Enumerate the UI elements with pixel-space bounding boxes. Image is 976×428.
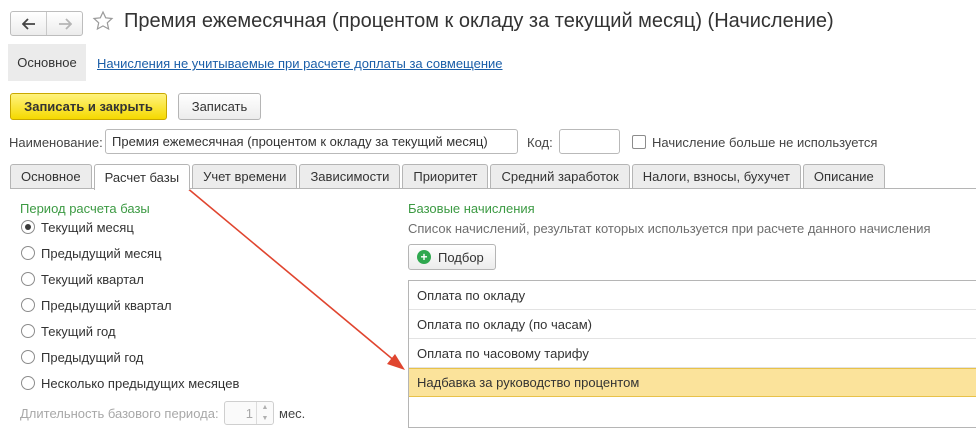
tab-dependencies[interactable]: Зависимости xyxy=(299,164,401,188)
base-accruals-description: Список начислений, результат которых исп… xyxy=(408,221,931,236)
tab-taxes[interactable]: Налоги, взносы, бухучет xyxy=(631,164,801,188)
radio-previous-quarter[interactable]: Предыдущий квартал xyxy=(21,296,172,314)
duration-unit: мес. xyxy=(279,406,306,421)
tab-priority[interactable]: Приоритет xyxy=(402,164,489,188)
save-and-close-button[interactable]: Записать и закрыть xyxy=(10,93,167,120)
radio-current-quarter[interactable]: Текущий квартал xyxy=(21,270,144,288)
radio-label: Текущий месяц xyxy=(41,219,134,235)
radio-button[interactable] xyxy=(21,272,35,286)
name-label: Наименование: xyxy=(9,135,103,150)
base-period-title: Период расчета базы xyxy=(20,201,150,216)
base-accruals-title: Базовые начисления xyxy=(408,201,535,216)
radio-label: Несколько предыдущих месяцев xyxy=(41,375,240,391)
code-label: Код: xyxy=(527,135,553,150)
list-item-selected[interactable]: Надбавка за руководство процентом xyxy=(409,368,976,397)
duration-label: Длительность базового периода: xyxy=(20,406,219,421)
arrow-left-icon xyxy=(21,17,35,30)
radio-previous-month[interactable]: Предыдущий месяц xyxy=(21,244,162,262)
tab-description[interactable]: Описание xyxy=(802,164,885,188)
code-field[interactable] xyxy=(559,129,620,154)
navigation-buttons xyxy=(10,11,83,36)
stepper-arrows-icon[interactable]: ▲ ▼ xyxy=(256,402,273,424)
pick-button-label: Подбор xyxy=(438,249,484,265)
name-field[interactable]: Премия ежемесячная (процентом к окладу з… xyxy=(105,129,518,154)
favorite-star-icon[interactable] xyxy=(92,10,114,35)
tab-main[interactable]: Основное xyxy=(10,164,92,188)
radio-button[interactable] xyxy=(21,324,35,338)
radio-button[interactable] xyxy=(21,246,35,260)
list-item[interactable]: Оплата по часовому тарифу xyxy=(409,339,976,368)
page-title: Премия ежемесячная (процентом к окладу з… xyxy=(124,10,834,32)
save-button[interactable]: Записать xyxy=(178,93,261,120)
radio-previous-year[interactable]: Предыдущий год xyxy=(21,348,143,366)
radio-button[interactable] xyxy=(21,350,35,364)
back-button[interactable] xyxy=(11,12,46,35)
radio-label: Текущий год xyxy=(41,323,116,339)
unused-checkbox[interactable] xyxy=(632,135,646,149)
radio-current-year[interactable]: Текущий год xyxy=(21,322,116,340)
plus-icon: + xyxy=(417,250,431,264)
radio-current-month[interactable]: Текущий месяц xyxy=(21,218,134,236)
arrow-right-icon xyxy=(58,17,72,30)
forward-button[interactable] xyxy=(46,12,82,35)
radio-label: Предыдущий месяц xyxy=(41,245,162,261)
list-item[interactable]: Оплата по окладу xyxy=(409,281,976,310)
radio-label: Текущий квартал xyxy=(41,271,144,287)
radio-button[interactable] xyxy=(21,298,35,312)
duration-stepper[interactable]: 1 ▲ ▼ xyxy=(224,401,274,425)
unused-checkbox-label: Начисление больше не используется xyxy=(652,135,878,150)
tab-bar: Основное Расчет базы Учет времени Зависи… xyxy=(10,164,887,190)
duration-value: 1 xyxy=(245,406,253,421)
base-accruals-list: Оплата по окладу Оплата по окладу (по ча… xyxy=(408,280,976,428)
tab-time-accounting[interactable]: Учет времени xyxy=(192,164,298,188)
tab-average-earnings[interactable]: Средний заработок xyxy=(490,164,630,188)
section-link-unaccounted-accruals[interactable]: Начисления не учитываемые при расчете до… xyxy=(97,56,503,71)
pick-button[interactable]: + Подбор xyxy=(408,244,496,270)
radio-several-previous-months[interactable]: Несколько предыдущих месяцев xyxy=(21,374,239,392)
tab-base-calculation[interactable]: Расчет базы xyxy=(93,164,191,190)
radio-label: Предыдущий год xyxy=(41,349,144,365)
section-main[interactable]: Основное xyxy=(8,44,86,81)
radio-button[interactable] xyxy=(21,220,35,234)
list-item[interactable]: Оплата по окладу (по часам) xyxy=(409,310,976,339)
radio-label: Предыдущий квартал xyxy=(41,297,172,313)
radio-button[interactable] xyxy=(21,376,35,390)
